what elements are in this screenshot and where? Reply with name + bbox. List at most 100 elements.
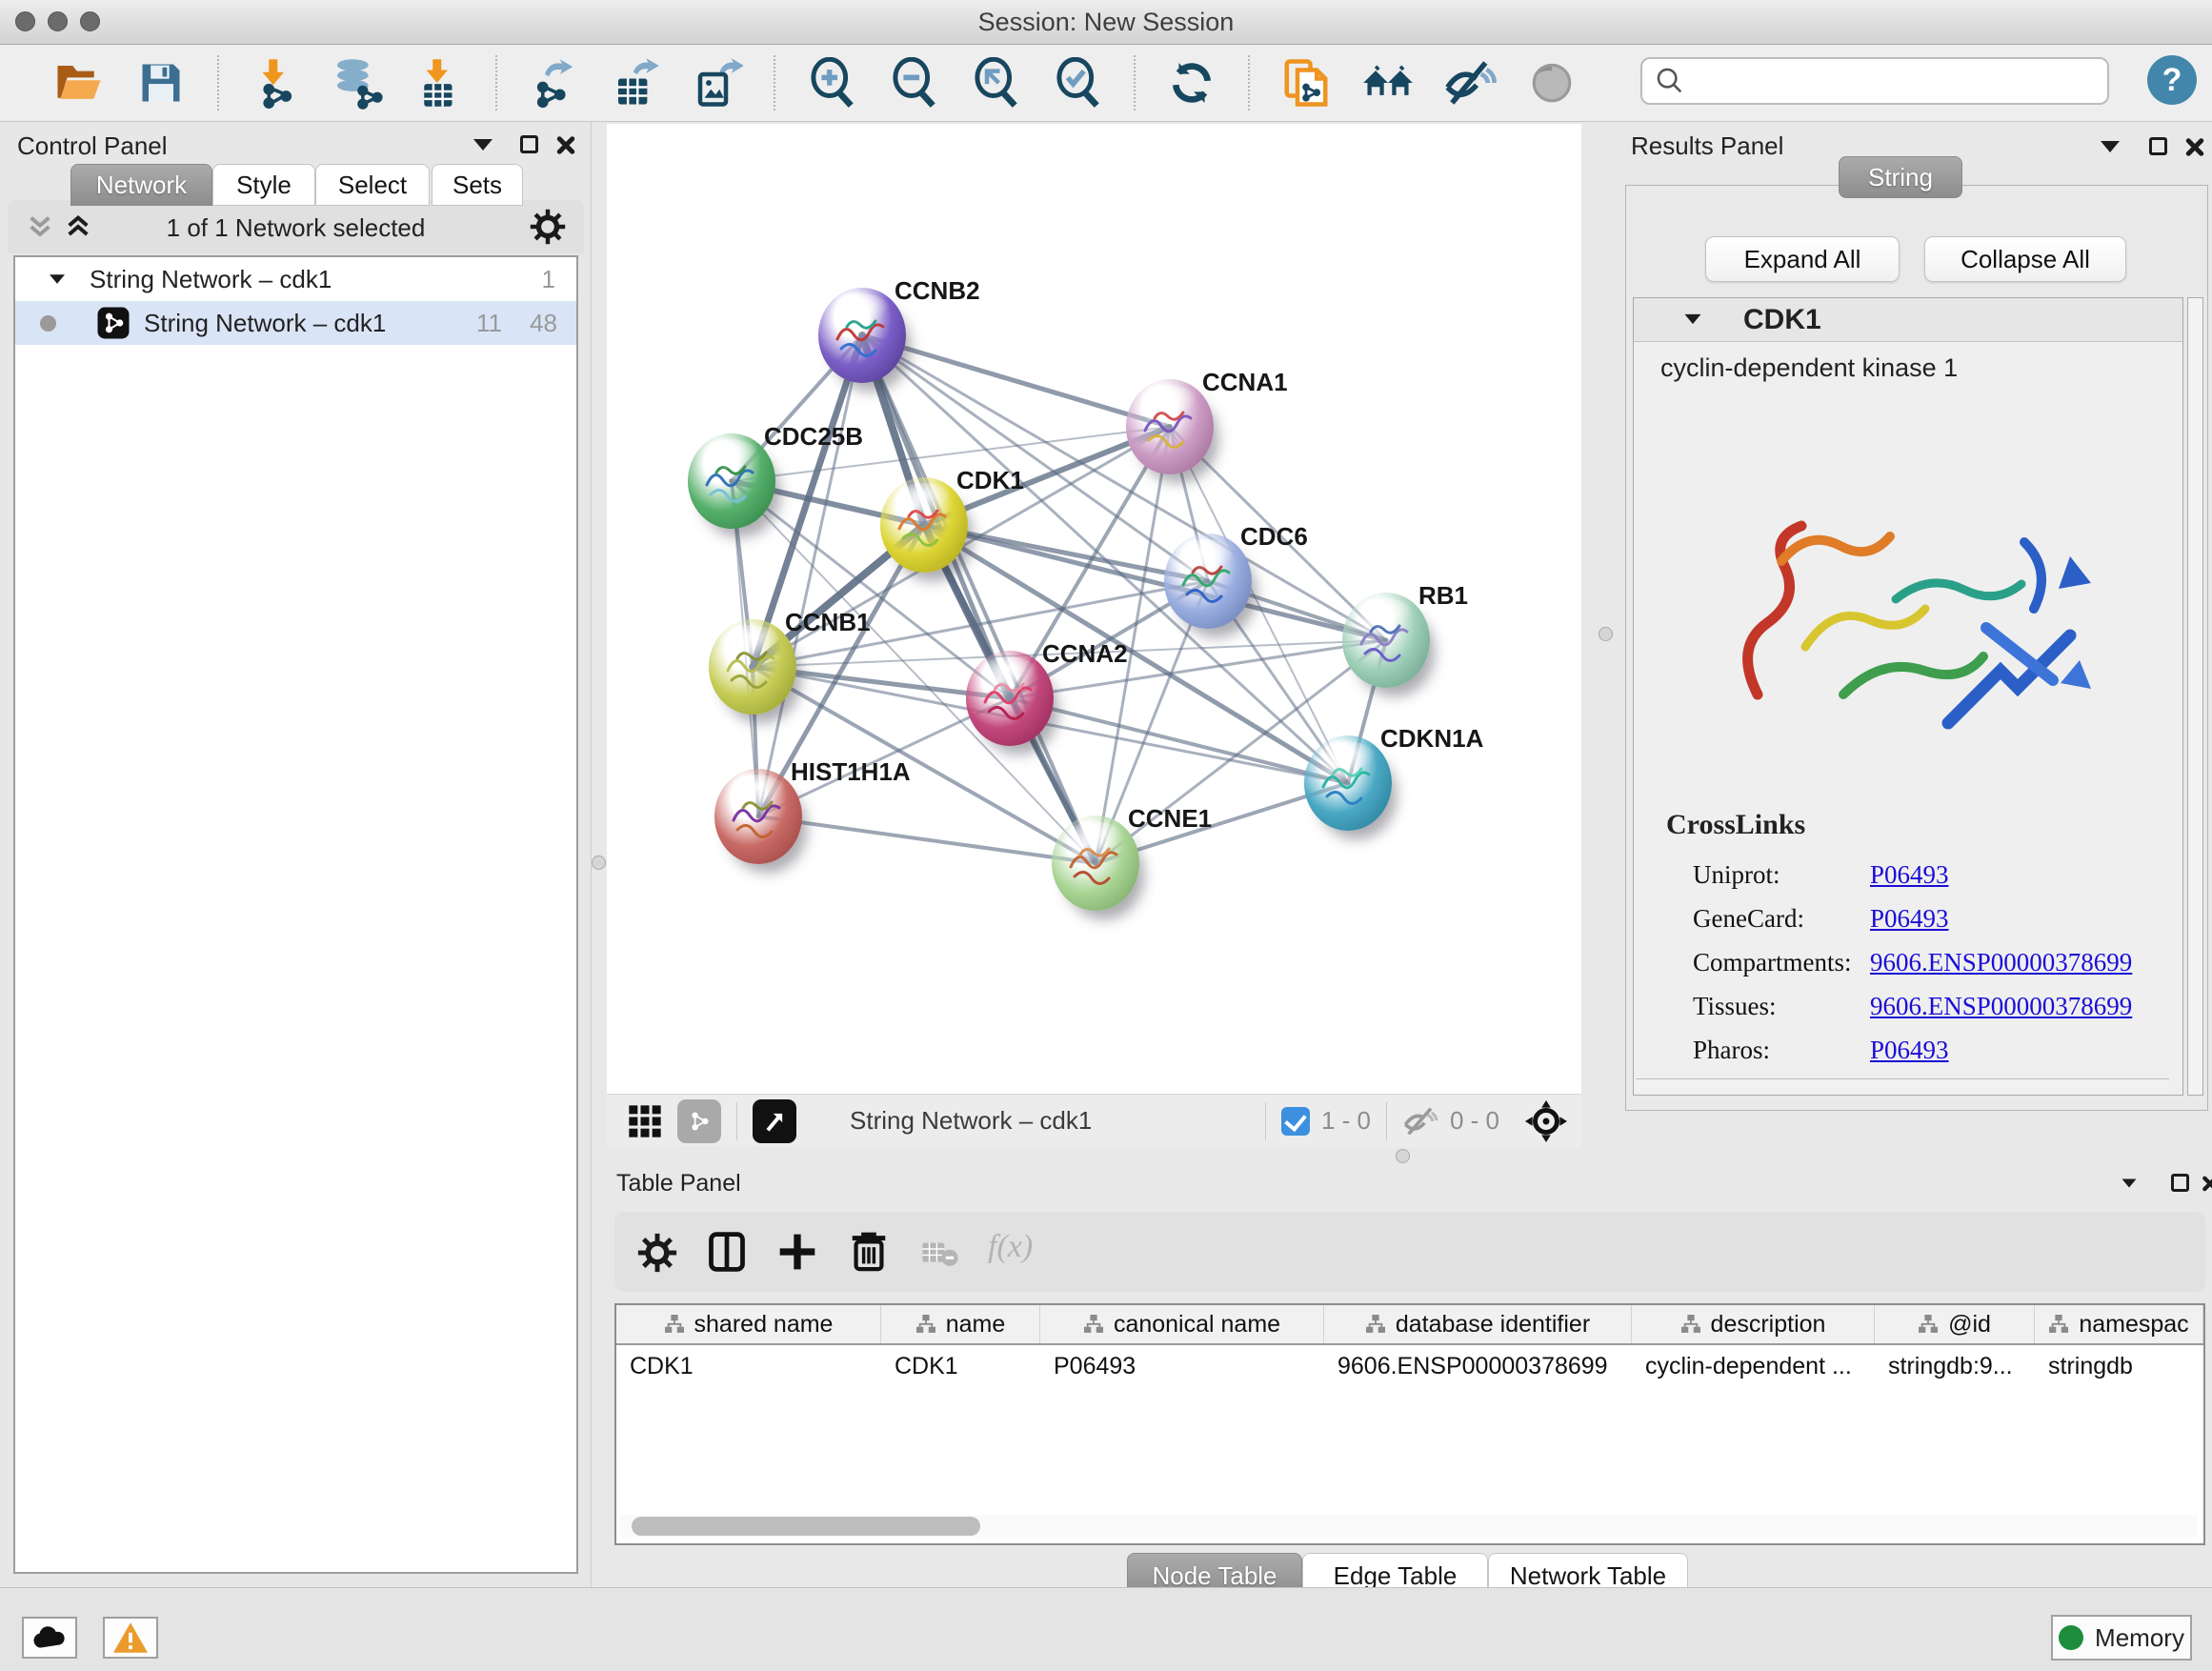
network-node-ccnb2[interactable] [818,288,906,383]
tab-style[interactable]: Style [212,164,315,206]
warning-button[interactable] [103,1617,158,1659]
network-node-cdc25b[interactable] [688,433,775,529]
export-network-icon[interactable] [527,56,580,110]
network-node-ccne1[interactable] [1052,815,1139,911]
column-header-database-identifier[interactable]: database identifier [1324,1305,1632,1343]
selected-nodes-checkbox[interactable] [1281,1107,1310,1136]
panel-close-icon[interactable] [2184,136,2205,157]
panel-menu-icon[interactable] [2101,141,2120,152]
memory-button[interactable]: Memory [2051,1615,2192,1661]
collapse-all-button[interactable]: Collapse All [1924,236,2126,282]
open-in-new-window-icon[interactable] [753,1099,796,1143]
help-button[interactable]: ? [2147,55,2197,105]
string-view-icon[interactable] [677,1099,721,1143]
panel-close-icon[interactable] [555,134,576,155]
column-header-description[interactable]: description [1632,1305,1875,1343]
panel-float-icon[interactable] [520,135,538,153]
network-edge[interactable] [758,335,862,816]
export-table-icon[interactable] [609,56,662,110]
network-edge[interactable] [862,335,1170,427]
panel-float-icon[interactable] [2149,137,2167,155]
table-cell[interactable]: cyclin-dependent ... [1632,1345,1875,1387]
table-horizontal-scrollbar[interactable] [620,1515,2198,1538]
gear-icon[interactable] [530,209,566,245]
zoom-selected-icon[interactable] [1051,56,1104,110]
crosslink-link[interactable]: 9606.ENSP00000378699 [1870,992,2132,1021]
search-bar[interactable] [1640,57,2109,105]
show-columns-icon[interactable] [706,1231,748,1273]
preview-eye-icon[interactable] [1525,56,1579,110]
search-input[interactable] [1694,67,2107,96]
column-header-shared-name[interactable]: shared name [616,1305,881,1343]
zoom-fit-icon[interactable] [969,56,1022,110]
gene-entry-header[interactable]: CDK1 [1634,298,2182,342]
show-hide-eye-icon[interactable] [1443,56,1497,110]
save-session-icon[interactable] [134,56,188,110]
network-node-ccnb1[interactable] [709,619,796,715]
cloud-button[interactable] [22,1617,77,1659]
import-network-from-database-icon[interactable] [331,56,384,110]
add-column-icon[interactable] [776,1231,818,1273]
crosslink-link[interactable]: P06493 [1870,904,1949,934]
network-node-cdc6[interactable] [1164,534,1252,629]
table-cell[interactable]: stringdb:9... [1875,1345,2035,1387]
refresh-icon[interactable] [1165,56,1218,110]
table-gear-icon[interactable] [637,1233,677,1273]
column-header-name[interactable]: name [881,1305,1040,1343]
column-header-namespac[interactable]: namespac [2035,1305,2203,1343]
tab-network[interactable]: Network [70,164,212,206]
table-cell[interactable]: stringdb [2035,1345,2203,1387]
vertical-scrollbar[interactable] [2187,297,2203,1096]
hidden-eye-icon[interactable] [1402,1102,1440,1140]
table-cell[interactable]: CDK1 [616,1345,881,1387]
zoom-window-button[interactable] [80,11,100,31]
splitter-handle[interactable] [1396,1149,1410,1163]
network-node-cdk1[interactable] [880,477,968,573]
splitter-handle[interactable] [1599,627,1613,641]
column-header-canonical-name[interactable]: canonical name [1040,1305,1324,1343]
network-node-ccna2[interactable] [966,651,1054,746]
column-header--id[interactable]: @id [1875,1305,2035,1343]
birdseye-view-icon[interactable] [1524,1099,1568,1143]
minimize-window-button[interactable] [48,11,68,31]
import-network-icon[interactable] [249,56,302,110]
tab-string[interactable]: String [1839,156,1962,198]
import-table-icon[interactable] [412,56,466,110]
panel-close-icon[interactable] [2202,1175,2212,1193]
crosslink-link[interactable]: 9606.ENSP00000378699 [1870,948,2132,977]
network-row[interactable]: String Network – cdk1 11 48 [15,301,576,345]
clipboard-network-icon[interactable] [1279,56,1333,110]
network-node-ccna1[interactable] [1126,379,1214,474]
panel-menu-icon[interactable] [473,139,493,151]
zoom-out-icon[interactable] [887,56,940,110]
tab-select[interactable]: Select [315,164,430,206]
table-cell[interactable]: 9606.ENSP00000378699 [1324,1345,1632,1387]
expand-all-button[interactable]: Expand All [1705,236,1900,282]
network-edge[interactable] [758,816,1096,863]
network-node-rb1[interactable] [1342,593,1430,688]
network-node-hist1h1a[interactable] [714,769,802,864]
grid-view-icon[interactable] [626,1102,664,1140]
home-networks-icon[interactable] [1361,56,1415,110]
delete-column-icon[interactable] [847,1229,891,1273]
network-node-cdkn1a[interactable] [1304,735,1392,831]
table-cell[interactable]: P06493 [1040,1345,1324,1387]
panel-menu-icon[interactable] [2122,1179,2137,1188]
panel-float-icon[interactable] [2171,1174,2189,1192]
horizontal-scrollbar[interactable] [1636,1078,2169,1093]
export-image-icon[interactable] [691,56,744,110]
entry-expander-icon[interactable] [1685,314,1701,324]
crosslink-link[interactable]: P06493 [1870,860,1949,890]
open-session-icon[interactable] [52,56,106,110]
close-window-button[interactable] [15,11,35,31]
table-cell[interactable]: CDK1 [881,1345,1040,1387]
network-collection-row[interactable]: String Network – cdk1 1 [15,257,576,301]
scrollbar-thumb[interactable] [632,1517,980,1536]
collection-expander-icon[interactable] [50,274,65,284]
table-row[interactable]: CDK1CDK1P064939606.ENSP00000378699cyclin… [616,1345,2203,1387]
crosslink-link[interactable]: P06493 [1870,1036,1949,1065]
network-canvas[interactable]: CCNB2CCNA1CDC25BCDK1CDC6RB1CCNB1CCNA2CDK… [607,124,1581,1094]
splitter-handle[interactable] [592,856,606,870]
zoom-in-icon[interactable] [805,56,858,110]
tab-sets[interactable]: Sets [432,164,523,206]
